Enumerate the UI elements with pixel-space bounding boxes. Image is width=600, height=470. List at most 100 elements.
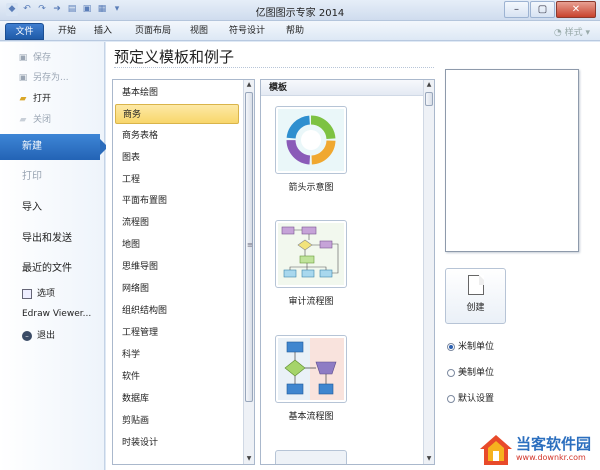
tab-file[interactable]: 文件 [5,23,44,40]
close-folder-icon: ▰ [19,115,27,125]
menu-print[interactable]: 打印 [0,164,105,190]
menu-exit[interactable]: – 退出 [22,328,55,344]
exit-icon: – [22,331,32,341]
template-item[interactable]: 基本流程图 [275,335,348,422]
category-item[interactable]: 平面布置图 [115,191,239,211]
category-item-selected[interactable]: 商务 [115,104,239,124]
title-divider [114,67,434,68]
folder-icon: ▰ [19,94,27,104]
style-icon: ◔ [553,28,562,38]
category-item[interactable]: 数据库 [115,389,239,409]
radio-label: 米制单位 [458,342,495,352]
menu-save[interactable]: ▣ 保存 [18,50,51,66]
radio-dot[interactable] [447,369,455,377]
category-item[interactable]: 网络图 [115,279,239,299]
category-list: 基本绘图 商务 商务表格 图表 工程 平面布置图 流程图 地图 思维导图 网络图… [112,79,255,465]
category-item[interactable]: 科学 [115,345,239,365]
template-gallery: 模板 箭头示意图 审计流程图 基本流程图 ▲ ▼ [260,79,435,465]
ribbon-tabs: 文件 开始 插入 页面布局 视图 符号设计 帮助 ◔ 样式 ▾ [0,21,600,41]
watermark-url: www.downkr.com [516,453,586,462]
scroll-up-icon[interactable]: ▲ [244,80,254,90]
radio-us-units[interactable]: 美制单位 [447,367,494,379]
cycle-arrows-thumbnail [275,106,347,174]
tab-help[interactable]: 帮助 [280,23,310,40]
menu-save-as-label: 另存为... [33,73,69,83]
radio-dot-selected[interactable] [447,343,455,351]
tab-insert[interactable]: 插入 [88,23,118,40]
menu-save-label: 保存 [33,53,52,63]
menu-save-as[interactable]: ▣ 另存为... [18,70,69,86]
new-document-panel: 预定义模板和例子 基本绘图 商务 商务表格 图表 工程 平面布置图 流程图 地图… [106,42,600,470]
menu-new[interactable]: 新建 [0,134,108,160]
watermark-brand: 当客软件园 [516,435,592,453]
chevron-down-icon: ▾ [585,28,590,38]
category-item[interactable]: 思维导图 [115,257,239,277]
grip-icon: ≡ [247,241,253,249]
category-item[interactable]: 流程图 [115,213,239,233]
menu-export-send[interactable]: 导出和发送 [0,226,105,252]
new-document-icon [467,275,484,295]
backstage-sidebar: ▣ 保存 ▣ 另存为... ▰ 打开 ▰ 关闭 新建 打印 导入 导出和发送 最… [0,42,108,470]
scroll-thumb[interactable] [425,92,433,106]
radio-dot[interactable] [447,395,455,403]
scroll-down-icon[interactable]: ▼ [424,454,434,464]
scroll-thumb[interactable]: ≡ [245,92,253,402]
template-item[interactable]: 箭头示意图 [275,106,348,193]
category-item[interactable]: 工程 [115,170,239,190]
tab-page-layout[interactable]: 页面布局 [128,23,178,40]
radio-label: 默认设置 [458,394,495,404]
basic-flowchart-thumbnail [275,335,347,403]
close-button[interactable]: ✕ [556,1,596,18]
menu-options-label: 选项 [37,289,56,299]
watermark: 当客软件园 www.downkr.com [476,433,596,467]
template-item-partial[interactable] [275,450,347,464]
menu-open[interactable]: ▰ 打开 [18,91,51,107]
radio-default-settings[interactable]: 默认设置 [447,393,494,405]
tab-view[interactable]: 视图 [184,23,214,40]
category-item[interactable]: 时装设计 [115,433,239,453]
menu-close-label: 关闭 [33,115,52,125]
templates-header: 模板 [261,80,424,96]
template-preview [445,69,579,252]
category-scrollbar[interactable]: ▲ ≡ ▼ [243,80,254,464]
category-item[interactable]: 软件 [115,367,239,387]
menu-exit-label: 退出 [37,331,56,341]
house-logo-icon [480,435,512,465]
category-item[interactable]: 剪贴画 [115,411,239,431]
tab-home[interactable]: 开始 [52,23,82,40]
template-label: 审计流程图 [288,297,334,307]
style-menu[interactable]: ◔ 样式 ▾ [554,25,590,38]
scroll-down-icon[interactable]: ▼ [244,454,254,464]
maximize-button[interactable]: ▢ [530,1,555,18]
menu-recent-files[interactable]: 最近的文件 [0,256,105,282]
radio-label: 美制单位 [458,368,495,378]
template-item[interactable]: 审计流程图 [275,220,348,307]
template-label: 箭头示意图 [288,183,334,193]
category-item[interactable]: 组织结构图 [115,301,239,321]
tab-symbol-design[interactable]: 符号设计 [222,23,272,40]
menu-close[interactable]: ▰ 关闭 [18,112,51,128]
category-item[interactable]: 图表 [115,148,239,168]
menu-options[interactable]: 选项 [22,286,55,302]
page-title: 预定义模板和例子 [114,48,235,66]
menu-viewer-label: Edraw Viewer... [22,309,92,319]
menu-edraw-viewer[interactable]: Edraw Viewer... [22,306,91,322]
minimize-button[interactable]: – [504,1,529,18]
audit-flowchart-thumbnail [275,220,347,288]
radio-metric-units[interactable]: 米制单位 [447,341,494,353]
template-label: 基本流程图 [288,412,334,422]
scroll-up-icon[interactable]: ▲ [424,80,434,90]
title-bar: ◆ ↶ ↷ ➜ ▤ ▣ ▦ ▾ 亿图图示专家 2014 – ▢ ✕ [0,0,600,21]
style-label: 样式 [564,28,583,38]
category-item[interactable]: 基本绘图 [115,83,239,103]
category-item[interactable]: 商务表格 [115,126,239,146]
save-icon: ▣ [18,53,28,63]
save-as-icon: ▣ [18,73,28,83]
category-item[interactable]: 工程管理 [115,323,239,343]
menu-import[interactable]: 导入 [0,195,105,221]
create-button[interactable]: 创建 [445,268,506,324]
options-icon [22,289,32,299]
template-scrollbar[interactable]: ▲ ▼ [423,80,434,464]
category-item[interactable]: 地图 [115,235,239,255]
menu-open-label: 打开 [33,94,52,104]
